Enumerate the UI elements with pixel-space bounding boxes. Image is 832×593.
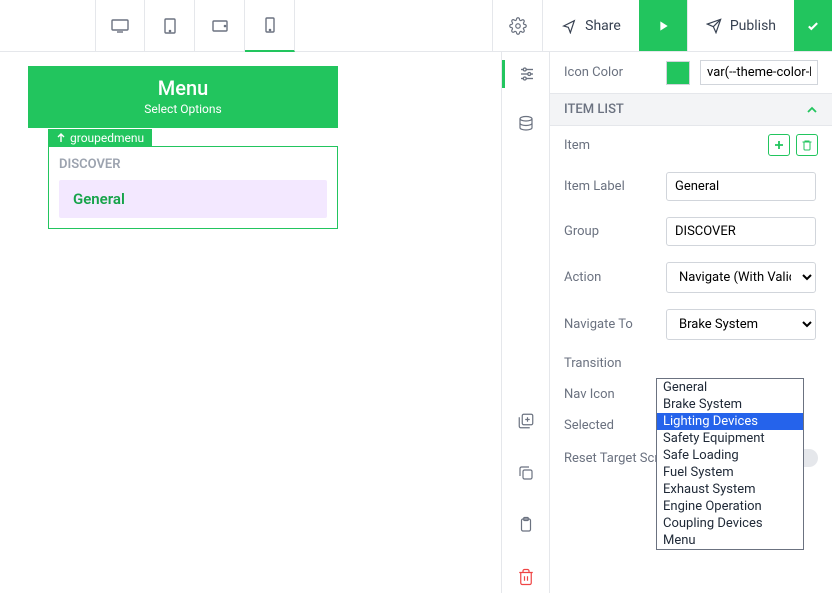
play-icon [655, 18, 671, 34]
group-label: DISCOVER [49, 153, 337, 176]
rail-paste-button[interactable] [510, 509, 542, 541]
trash-icon [801, 139, 813, 151]
navigate-row: Navigate To Brake System [550, 301, 832, 348]
item-row: Item [550, 126, 832, 164]
widget-tag-label: groupedmenu [70, 131, 144, 145]
rail-add-button[interactable] [510, 405, 542, 437]
publish-icon [706, 18, 722, 34]
item-label-field-label: Item Label [564, 179, 656, 194]
item-list-section-header[interactable]: ITEM LIST [550, 93, 832, 126]
publish-button[interactable]: Publish [687, 0, 794, 51]
gear-icon [509, 17, 527, 35]
check-icon [803, 16, 823, 36]
action-field-label: Action [564, 270, 656, 285]
dropdown-option[interactable]: Fuel System [657, 464, 803, 481]
add-item-button[interactable] [768, 134, 790, 156]
arrow-up-icon [56, 133, 66, 143]
menu-title: Menu [28, 76, 338, 100]
rail-delete-button[interactable] [510, 561, 542, 593]
share-label: Share [585, 18, 621, 34]
sidebar-rail [501, 52, 549, 593]
copy-icon [517, 464, 535, 482]
dropdown-option[interactable]: Brake System [657, 396, 803, 413]
device-switcher [95, 0, 295, 51]
status-check-button[interactable] [794, 0, 832, 51]
tablet-landscape-icon [212, 20, 228, 32]
add-copy-icon [517, 412, 535, 430]
icon-color-row: Icon Color [550, 52, 832, 93]
selected-field-label: Selected [564, 418, 656, 433]
tablet-portrait-icon [164, 18, 176, 34]
dropdown-option[interactable]: Coupling Devices [657, 515, 803, 532]
item-label: Item [564, 138, 656, 153]
navigate-field-label: Navigate To [564, 317, 656, 332]
mobile-icon [265, 17, 275, 33]
top-right-actions: Share Publish [492, 0, 832, 51]
icon-color-label: Icon Color [564, 65, 656, 80]
item-label-input[interactable] [666, 172, 816, 201]
device-tablet-portrait-button[interactable] [145, 0, 195, 52]
action-select[interactable]: Navigate (With Validation) [666, 262, 816, 293]
share-icon [561, 18, 577, 34]
play-button[interactable] [639, 0, 687, 51]
chevron-up-icon [806, 104, 818, 116]
canvas-area: Menu Select Options groupedmenu DISCOVER… [0, 52, 501, 593]
dropdown-option[interactable]: Exhaust System [657, 481, 803, 498]
rail-data-button[interactable] [510, 108, 542, 140]
dropdown-option[interactable]: Safe Loading [657, 447, 803, 464]
group-input[interactable] [666, 217, 816, 246]
rail-copy-button[interactable] [510, 457, 542, 489]
action-row: Action Navigate (With Validation) [550, 254, 832, 301]
dropdown-option[interactable]: Menu [657, 532, 803, 549]
color-swatch[interactable] [666, 61, 690, 85]
transition-row: Transition [550, 348, 832, 379]
group-item[interactable]: General [59, 180, 327, 218]
delete-item-button[interactable] [796, 134, 818, 156]
item-label-row: Item Label [550, 164, 832, 209]
share-button[interactable]: Share [542, 0, 639, 51]
transition-field-label: Transition [564, 356, 656, 371]
menu-header: Menu Select Options [28, 66, 338, 128]
dropdown-option[interactable]: Safety Equipment [657, 430, 803, 447]
settings-button[interactable] [492, 0, 542, 51]
menu-subtitle: Select Options [28, 102, 338, 116]
dropdown-option[interactable]: Engine Operation [657, 498, 803, 515]
preview-frame: Menu Select Options groupedmenu DISCOVER… [28, 66, 338, 229]
group-row: Group [550, 209, 832, 254]
plus-icon [773, 139, 785, 151]
group-field-label: Group [564, 224, 656, 239]
properties-panel: Icon Color ITEM LIST Item Item Label [549, 52, 832, 593]
widget-tag[interactable]: groupedmenu [48, 129, 152, 147]
navigate-dropdown-list[interactable]: GeneralBrake SystemLighting DevicesSafet… [656, 378, 804, 550]
dropdown-option[interactable]: Lighting Devices [657, 413, 803, 430]
navicon-field-label: Nav Icon [564, 387, 656, 402]
device-mobile-button[interactable] [245, 0, 295, 52]
publish-label: Publish [730, 18, 776, 34]
trash-icon [517, 568, 535, 586]
rail-settings-button[interactable] [502, 60, 549, 88]
top-toolbar: Share Publish [0, 0, 832, 52]
dropdown-option[interactable]: General [657, 379, 803, 396]
device-tablet-landscape-button[interactable] [195, 0, 245, 52]
grouped-menu-widget[interactable]: DISCOVER General [48, 146, 338, 229]
database-icon [517, 115, 535, 133]
icon-color-input[interactable] [700, 60, 818, 85]
desktop-icon [111, 19, 129, 33]
sliders-icon [518, 65, 536, 83]
device-desktop-button[interactable] [95, 0, 145, 52]
navigate-select[interactable]: Brake System [666, 309, 816, 340]
clipboard-icon [517, 516, 535, 534]
section-title: ITEM LIST [564, 102, 624, 117]
